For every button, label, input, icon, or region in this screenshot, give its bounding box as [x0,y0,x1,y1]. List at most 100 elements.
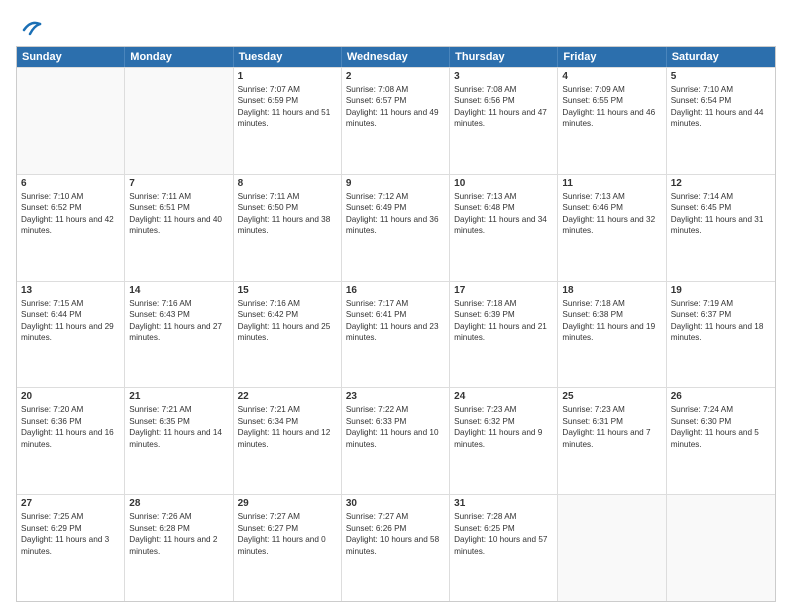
sunset: Sunset: 6:36 PM [21,416,120,427]
calendar-body: 1Sunrise: 7:07 AMSunset: 6:59 PMDaylight… [17,67,775,601]
sunrise: Sunrise: 7:11 AM [238,191,337,202]
daylight: Daylight: 10 hours and 58 minutes. [346,534,445,557]
sunset: Sunset: 6:50 PM [238,202,337,213]
calendar-row-5: 27Sunrise: 7:25 AMSunset: 6:29 PMDayligh… [17,494,775,601]
daylight: Daylight: 11 hours and 21 minutes. [454,321,553,344]
day-number: 27 [21,498,120,509]
calendar-row-4: 20Sunrise: 7:20 AMSunset: 6:36 PMDayligh… [17,387,775,494]
day-number: 8 [238,178,337,189]
daylight: Daylight: 11 hours and 7 minutes. [562,427,661,450]
day-number: 10 [454,178,553,189]
daylight: Daylight: 11 hours and 51 minutes. [238,107,337,130]
daylight: Daylight: 11 hours and 23 minutes. [346,321,445,344]
day-number: 19 [671,285,771,296]
day-number: 16 [346,285,445,296]
sunrise: Sunrise: 7:16 AM [238,298,337,309]
sunset: Sunset: 6:46 PM [562,202,661,213]
daylight: Daylight: 11 hours and 12 minutes. [238,427,337,450]
daylight: Daylight: 11 hours and 10 minutes. [346,427,445,450]
calendar-header-row: SundayMondayTuesdayWednesdayThursdayFrid… [17,47,775,67]
sunset: Sunset: 6:57 PM [346,95,445,106]
daylight: Daylight: 11 hours and 38 minutes. [238,214,337,237]
logo [16,16,42,38]
sunrise: Sunrise: 7:13 AM [562,191,661,202]
sunrise: Sunrise: 7:26 AM [129,511,228,522]
daylight: Daylight: 11 hours and 36 minutes. [346,214,445,237]
sunrise: Sunrise: 7:21 AM [238,404,337,415]
calendar-cell: 30Sunrise: 7:27 AMSunset: 6:26 PMDayligh… [342,495,450,601]
sunrise: Sunrise: 7:15 AM [21,298,120,309]
calendar-cell: 8 Sunrise: 7:11 AMSunset: 6:50 PMDaylight… [234,175,342,281]
day-number: 17 [454,285,553,296]
calendar-row-2: 6Sunrise: 7:10 AMSunset: 6:52 PMDaylight… [17,174,775,281]
calendar-cell: 2Sunrise: 7:08 AMSunset: 6:57 PMDaylight… [342,68,450,174]
sunrise: Sunrise: 7:25 AM [21,511,120,522]
calendar-cell: 17Sunrise: 7:18 AMSunset: 6:39 PMDayligh… [450,282,558,388]
day-number: 25 [562,391,661,402]
calendar-cell: 21Sunrise: 7:21 AMSunset: 6:35 PMDayligh… [125,388,233,494]
daylight: Daylight: 10 hours and 57 minutes. [454,534,553,557]
calendar: SundayMondayTuesdayWednesdayThursdayFrid… [16,46,776,602]
daylight: Daylight: 11 hours and 32 minutes. [562,214,661,237]
calendar-header-friday: Friday [558,47,666,67]
sunset: Sunset: 6:34 PM [238,416,337,427]
daylight: Daylight: 11 hours and 19 minutes. [562,321,661,344]
daylight: Daylight: 11 hours and 3 minutes. [21,534,120,557]
daylight: Daylight: 11 hours and 40 minutes. [129,214,228,237]
sunrise: Sunrise: 7:24 AM [671,404,771,415]
day-number: 31 [454,498,553,509]
calendar-row-1: 1Sunrise: 7:07 AMSunset: 6:59 PMDaylight… [17,67,775,174]
calendar-cell: 9Sunrise: 7:12 AMSunset: 6:49 PMDaylight… [342,175,450,281]
sunset: Sunset: 6:35 PM [129,416,228,427]
daylight: Daylight: 11 hours and 16 minutes. [21,427,120,450]
sunset: Sunset: 6:45 PM [671,202,771,213]
sunset: Sunset: 6:29 PM [21,523,120,534]
daylight: Daylight: 11 hours and 18 minutes. [671,321,771,344]
calendar-cell: 1Sunrise: 7:07 AMSunset: 6:59 PMDaylight… [234,68,342,174]
daylight: Daylight: 11 hours and 31 minutes. [671,214,771,237]
sunset: Sunset: 6:48 PM [454,202,553,213]
sunrise: Sunrise: 7:23 AM [562,404,661,415]
sunset: Sunset: 6:25 PM [454,523,553,534]
calendar-cell: 11Sunrise: 7:13 AMSunset: 6:46 PMDayligh… [558,175,666,281]
calendar-cell: 23Sunrise: 7:22 AMSunset: 6:33 PMDayligh… [342,388,450,494]
sunrise: Sunrise: 7:09 AM [562,84,661,95]
calendar-cell: 3Sunrise: 7:08 AMSunset: 6:56 PMDaylight… [450,68,558,174]
sunset: Sunset: 6:27 PM [238,523,337,534]
calendar-cell: 7Sunrise: 7:11 AMSunset: 6:51 PMDaylight… [125,175,233,281]
calendar-cell: 15Sunrise: 7:16 AMSunset: 6:42 PMDayligh… [234,282,342,388]
sunset: Sunset: 6:26 PM [346,523,445,534]
calendar-cell: 19Sunrise: 7:19 AMSunset: 6:37 PMDayligh… [667,282,775,388]
day-number: 22 [238,391,337,402]
sunset: Sunset: 6:55 PM [562,95,661,106]
sunset: Sunset: 6:44 PM [21,309,120,320]
sunset: Sunset: 6:39 PM [454,309,553,320]
sunrise: Sunrise: 7:23 AM [454,404,553,415]
daylight: Daylight: 11 hours and 2 minutes. [129,534,228,557]
calendar-cell: 31 Sunrise: 7:28 AMSunset: 6:25 PMDayligh… [450,495,558,601]
calendar-header-monday: Monday [125,47,233,67]
calendar-cell: 18Sunrise: 7:18 AMSunset: 6:38 PMDayligh… [558,282,666,388]
daylight: Daylight: 11 hours and 25 minutes. [238,321,337,344]
calendar-cell: 20Sunrise: 7:20 AMSunset: 6:36 PMDayligh… [17,388,125,494]
day-number: 9 [346,178,445,189]
sunrise: Sunrise: 7:22 AM [346,404,445,415]
sunrise: Sunrise: 7:07 AM [238,84,337,95]
sunrise: Sunrise: 7:28 AM [454,511,553,522]
logo-icon [20,16,42,38]
calendar-header-thursday: Thursday [450,47,558,67]
sunset: Sunset: 6:49 PM [346,202,445,213]
sunset: Sunset: 6:33 PM [346,416,445,427]
day-number: 12 [671,178,771,189]
calendar-header-wednesday: Wednesday [342,47,450,67]
daylight: Daylight: 11 hours and 5 minutes. [671,427,771,450]
calendar-cell: 12Sunrise: 7:14 AMSunset: 6:45 PMDayligh… [667,175,775,281]
sunrise: Sunrise: 7:16 AM [129,298,228,309]
day-number: 14 [129,285,228,296]
sunset: Sunset: 6:38 PM [562,309,661,320]
day-number: 3 [454,71,553,82]
day-number: 21 [129,391,228,402]
day-number: 26 [671,391,771,402]
sunrise: Sunrise: 7:17 AM [346,298,445,309]
sunset: Sunset: 6:51 PM [129,202,228,213]
